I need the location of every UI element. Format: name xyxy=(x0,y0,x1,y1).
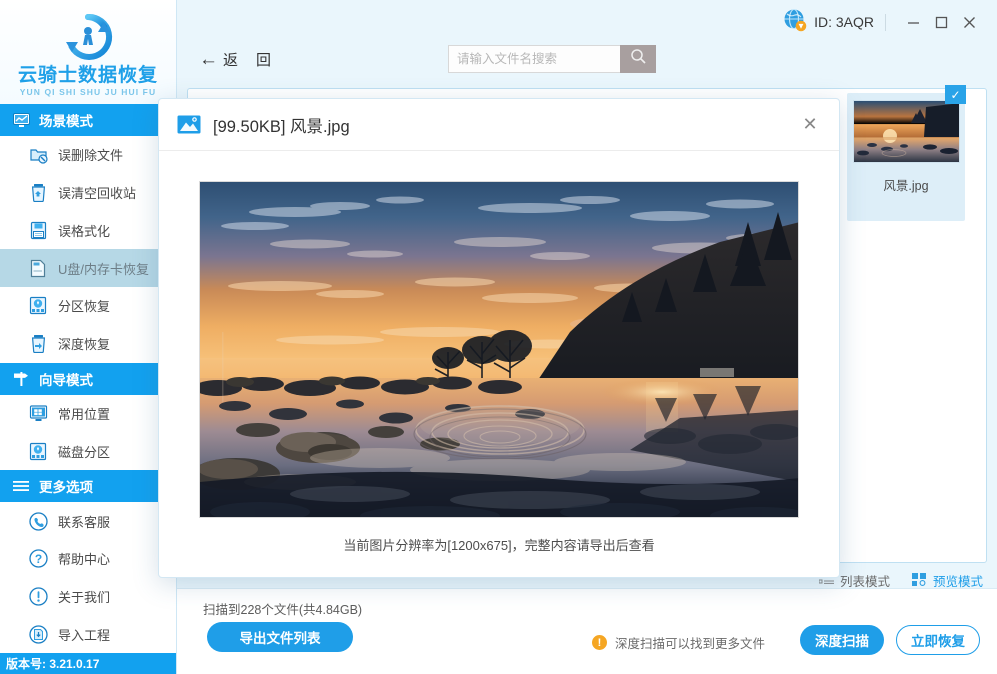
recover-now-button[interactable]: 立即恢复 xyxy=(896,625,980,655)
sidebar-item-label: 误清空回收站 xyxy=(58,186,137,202)
sidebar-item-usb-card-recovery[interactable]: U盘/内存卡恢复 xyxy=(0,249,176,288)
grid-mode-icon xyxy=(911,572,927,589)
file-card[interactable]: ✓ 风景.jpg xyxy=(847,85,966,221)
usb-card-icon xyxy=(28,258,48,278)
sidebar-item-label: U盘/内存卡恢复 xyxy=(58,261,150,277)
back-label-2: 回 xyxy=(256,51,272,69)
sidebar-item-help-center[interactable]: ? 帮助中心 xyxy=(0,540,176,578)
sidebar-item-about-us[interactable]: 关于我们 xyxy=(0,577,176,616)
scan-summary-label: 扫描到228个文件(共4.84GB) xyxy=(203,603,363,617)
sidebar-item-contact-support[interactable]: 联系客服 xyxy=(0,502,176,541)
status-bar: 扫描到228个文件(共4.84GB) 导出文件列表 ! 深度扫描可以找到更多文件… xyxy=(177,588,997,674)
partition-icon xyxy=(28,296,48,316)
titlebar-divider xyxy=(885,13,886,31)
sidebar-item-empty-recycle-bin[interactable]: 误清空回收站 xyxy=(0,173,176,212)
sidebar-item-label: 深度恢复 xyxy=(58,337,111,353)
search-bar xyxy=(448,45,657,73)
deep-scan-hint-label: 深度扫描可以找到更多文件 xyxy=(615,637,766,651)
recycle-bin-icon xyxy=(28,183,48,203)
dialog-header: [99.50KB] 风景.jpg ✕ xyxy=(159,99,839,151)
deep-scan-button[interactable]: 深度扫描 xyxy=(800,625,884,655)
sidebar-group-label: 向导模式 xyxy=(39,372,93,388)
image-preview-dialog: [99.50KB] 风景.jpg ✕ 当前图片分辨率为[1200x675]，完整… xyxy=(158,98,840,578)
sidebar-item-label: 分区恢复 xyxy=(58,299,111,315)
sidebar-item-label: 帮助中心 xyxy=(58,552,111,568)
application-window: 云骑士数据恢复 YUN QI SHI SHU JU HUI FU 场景模式 误删… xyxy=(0,0,997,674)
search-input[interactable] xyxy=(448,45,621,73)
sidebar-group-wizard-mode[interactable]: 向导模式 xyxy=(0,362,176,395)
file-name-label: 风景.jpg xyxy=(883,179,929,193)
version-label: 版本号: 3.21.0.17 xyxy=(0,653,176,674)
sidebar-item-label: 联系客服 xyxy=(58,514,111,530)
svg-text:?: ? xyxy=(34,552,41,566)
file-thumbnail xyxy=(853,100,960,163)
sidebar-item-disk-partition[interactable]: 磁盘分区 xyxy=(0,432,176,471)
export-file-list-button[interactable]: 导出文件列表 xyxy=(207,622,353,652)
sidebar-item-deep-recovery[interactable]: 深度恢复 xyxy=(0,324,176,363)
windows-icon xyxy=(28,404,48,424)
deep-recovery-icon xyxy=(28,334,48,354)
sidebar-item-deleted-files[interactable]: 误删除文件 xyxy=(0,136,176,174)
signpost-icon xyxy=(12,370,30,388)
image-file-icon xyxy=(177,114,201,135)
import-project-icon xyxy=(28,624,48,644)
back-arrow-icon: ← xyxy=(199,48,218,70)
monitor-chart-icon xyxy=(12,111,30,129)
sidebar-group-more-options[interactable]: 更多选项 xyxy=(0,470,176,503)
deleted-file-icon xyxy=(28,145,48,165)
dialog-close-button[interactable]: ✕ xyxy=(797,112,823,138)
logo-title: 云骑士数据恢复 xyxy=(17,65,158,87)
sidebar-item-label: 磁盘分区 xyxy=(58,444,111,460)
sidebar-item-partition-recovery[interactable]: 分区恢复 xyxy=(0,287,176,325)
info-icon xyxy=(28,587,48,607)
image-preview xyxy=(199,181,799,518)
app-logo: 云骑士数据恢复 YUN QI SHI SHU JU HUI FU xyxy=(0,0,176,105)
back-button[interactable]: ← 返 回 xyxy=(199,49,271,70)
sidebar-item-label: 常用位置 xyxy=(58,407,111,423)
logo-subtitle: YUN QI SHI SHU JU HUI FU xyxy=(19,87,157,98)
warning-icon: ! xyxy=(592,635,607,650)
sidebar-item-common-locations[interactable]: 常用位置 xyxy=(0,394,176,433)
dialog-body: 当前图片分辨率为[1200x675]，完整内容请导出后查看 xyxy=(159,151,839,577)
sidebar-item-label: 导入工程 xyxy=(58,627,111,643)
question-icon: ? xyxy=(28,549,48,569)
resolution-caption: 当前图片分辨率为[1200x675]，完整内容请导出后查看 xyxy=(343,538,655,553)
file-selected-checkmark[interactable]: ✓ xyxy=(945,85,966,104)
logo-icon xyxy=(62,11,114,63)
sidebar: 云骑士数据恢复 YUN QI SHI SHU JU HUI FU 场景模式 误删… xyxy=(0,0,177,674)
magnifier-icon xyxy=(630,48,647,70)
sidebar-item-format-recovery[interactable]: 误格式化 xyxy=(0,211,176,250)
disk-partition-icon xyxy=(28,441,48,461)
search-button[interactable] xyxy=(620,45,657,73)
sidebar-group-label: 场景模式 xyxy=(39,114,93,130)
sidebar-item-label: 误格式化 xyxy=(58,223,111,239)
hamburger-icon xyxy=(12,477,30,495)
account-id-label: ID: 3AQR xyxy=(814,14,874,30)
deep-scan-hint: ! 深度扫描可以找到更多文件 xyxy=(592,633,765,652)
phone-icon xyxy=(28,511,48,531)
sidebar-item-label: 误删除文件 xyxy=(58,148,124,164)
sidebar-item-label: 关于我们 xyxy=(58,590,111,606)
sidebar-group-scene-mode[interactable]: 场景模式 xyxy=(0,104,176,137)
dialog-title: [99.50KB] 风景.jpg xyxy=(213,117,350,136)
format-disk-icon xyxy=(28,220,48,240)
sidebar-item-import-project[interactable]: 导入工程 xyxy=(0,615,176,654)
sidebar-group-label: 更多选项 xyxy=(39,480,93,496)
back-label-1: 返 xyxy=(223,51,239,69)
toolbar: ← 返 回 xyxy=(177,30,997,88)
